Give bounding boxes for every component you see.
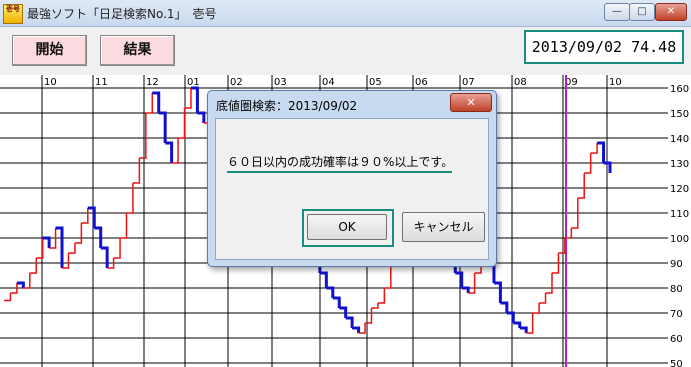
month-label: 04: [322, 77, 335, 88]
y-tick-label: 160: [670, 84, 689, 95]
app-icon-label: 壱号: [6, 5, 20, 13]
dialog-message: ６０日以内の成功確率は９０%以上です。: [227, 153, 453, 173]
month-label: 11: [95, 77, 108, 88]
month-label: 01: [187, 77, 200, 88]
y-tick-label: 70: [670, 309, 683, 320]
minimize-button[interactable]: —: [604, 3, 630, 21]
ok-button-focus-frame[interactable]: OK: [302, 209, 394, 247]
month-label: 05: [369, 77, 382, 88]
maximize-button[interactable]: □: [629, 3, 655, 21]
month-label: 06: [415, 77, 428, 88]
month-label: 12: [146, 77, 159, 88]
search-dialog: 底値圏検索：2013/09/02 ✕ ６０日以内の成功確率は９０%以上です。 O…: [207, 90, 497, 267]
y-tick-label: 140: [670, 134, 689, 145]
dialog-body: ６０日以内の成功確率は９０%以上です。 OK キャンセル: [215, 118, 489, 260]
title-bar: 壱号 最強ソフト「日足検索No.1」 壱号 — □ ✕: [0, 0, 691, 27]
window-title: 最強ソフト「日足検索No.1」 壱号: [27, 7, 217, 21]
y-tick-label: 80: [670, 284, 683, 295]
date-value-display: 2013/09/02 74.48: [524, 30, 684, 64]
close-button[interactable]: ✕: [655, 3, 687, 21]
result-button[interactable]: 結果: [100, 35, 175, 66]
y-tick-label: 90: [670, 259, 683, 270]
y-tick-label: 110: [670, 209, 689, 220]
month-label: 02: [230, 77, 243, 88]
y-tick-label: 60: [670, 334, 683, 345]
month-label: 07: [462, 77, 475, 88]
ok-button[interactable]: OK: [307, 214, 387, 240]
month-label: 08: [514, 77, 527, 88]
month-label: 10: [44, 77, 57, 88]
y-tick-label: 150: [670, 109, 689, 120]
month-label: 10: [609, 77, 622, 88]
y-tick-label: 120: [670, 184, 689, 195]
dialog-title: 底値圏検索：2013/09/02: [216, 99, 358, 113]
y-tick-label: 130: [670, 159, 689, 170]
y-tick-label: 100: [670, 234, 689, 245]
cancel-button[interactable]: キャンセル: [402, 212, 485, 242]
month-label: 03: [274, 77, 287, 88]
y-tick-label: 50: [670, 359, 683, 367]
dialog-close-button[interactable]: ✕: [450, 93, 492, 112]
start-button[interactable]: 開始: [12, 35, 87, 66]
app-icon[interactable]: 壱号: [3, 4, 23, 24]
